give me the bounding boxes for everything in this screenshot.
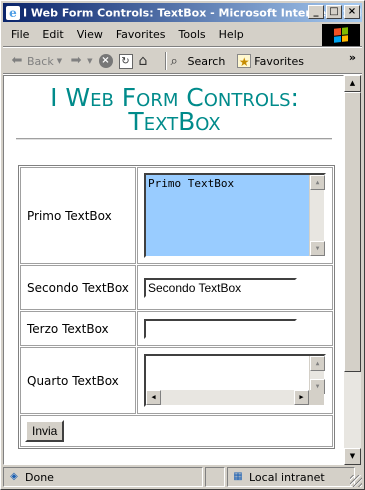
scroll-up-arrow-icon[interactable]: ▲ bbox=[310, 356, 325, 371]
home-icon: ⌂ bbox=[138, 53, 148, 69]
invia-submit-button[interactable]: Invia bbox=[25, 420, 65, 442]
primo-textarea[interactable]: Primo TextBox ▲ ▼ bbox=[144, 173, 326, 258]
quarto-textarea[interactable]: ▲ ▼ ◀ ▶ bbox=[144, 354, 326, 407]
primo-textarea-scrollbar[interactable]: ▲ ▼ bbox=[309, 175, 325, 256]
forward-button[interactable]: ➡ ▼ bbox=[68, 53, 93, 69]
field-cell bbox=[137, 311, 333, 346]
refresh-icon: ↻ bbox=[118, 53, 133, 69]
search-button[interactable]: ⌕ Search bbox=[171, 54, 226, 69]
back-arrow-icon: ⬅ bbox=[11, 53, 23, 68]
menu-bar: File Edit View Favorites Tools Help bbox=[3, 24, 362, 44]
scroll-down-arrow-icon[interactable]: ▼ bbox=[310, 241, 325, 256]
scroll-up-arrow-icon[interactable]: ▲ bbox=[310, 175, 325, 190]
toolbar: ⬅ Back ▼ ➡ ▼ × ↻ ⌂ ⌕ Search ★ Favorites … bbox=[3, 49, 362, 73]
menu-edit[interactable]: Edit bbox=[42, 28, 63, 41]
status-text-pane: ◈ Done bbox=[3, 467, 203, 487]
home-button[interactable]: ⌂ bbox=[139, 53, 155, 69]
menu-tools[interactable]: Tools bbox=[179, 28, 206, 41]
page-scroll-up-arrow-icon[interactable]: ▲ bbox=[344, 75, 361, 92]
back-dropdown-icon[interactable]: ▼ bbox=[57, 57, 62, 65]
scrollbar-corner bbox=[309, 390, 324, 405]
primo-textarea-value: Primo TextBox bbox=[148, 177, 235, 190]
menu-favorites[interactable]: Favorites bbox=[116, 28, 166, 41]
status-pane-empty-1 bbox=[205, 467, 225, 487]
resize-grip[interactable] bbox=[350, 475, 362, 487]
submit-cell: Invia bbox=[20, 415, 333, 447]
row-label-secondo: Secondo TextBox bbox=[20, 265, 136, 310]
window-controls: _ □ × bbox=[308, 5, 360, 19]
quarto-horizontal-scrollbar[interactable]: ◀ ▶ bbox=[146, 390, 309, 405]
menu-separator bbox=[3, 46, 362, 48]
minimize-button[interactable]: _ bbox=[308, 5, 324, 19]
toolbar-more-chevron-icon[interactable]: » bbox=[349, 51, 356, 64]
row-label-quarto: Quarto TextBox bbox=[20, 347, 136, 414]
scroll-left-arrow-icon[interactable]: ◀ bbox=[146, 390, 161, 405]
field-cell: ▲ ▼ ◀ ▶ bbox=[137, 347, 333, 414]
stop-button[interactable]: × bbox=[98, 54, 113, 68]
refresh-button[interactable]: ↻ bbox=[118, 53, 133, 69]
forward-arrow-icon: ➡ bbox=[70, 53, 82, 68]
search-label: Search bbox=[187, 54, 226, 68]
row-label-terzo: Terzo TextBox bbox=[20, 311, 136, 346]
page-vertical-scrollbar[interactable]: ▲ ▼ bbox=[344, 75, 361, 465]
quarto-vertical-scrollbar[interactable]: ▲ ▼ bbox=[309, 356, 325, 394]
toolbar-divider bbox=[164, 52, 167, 70]
status-bar: ◈ Done ▦ Local intranet bbox=[3, 467, 362, 487]
menu-help[interactable]: Help bbox=[219, 28, 244, 41]
page-heading: I Web Form Controls: TextBox bbox=[50, 83, 299, 136]
maximize-button[interactable]: □ bbox=[326, 5, 342, 19]
browser-window: eI Web Form Controls: TextBox - Microsof… bbox=[0, 0, 365, 490]
page-scroll-down-arrow-icon[interactable]: ▼ bbox=[344, 448, 361, 465]
page-viewport: I Web Form Controls: TextBox Primo TextB… bbox=[3, 75, 344, 465]
field-cell: Secondo TextBox bbox=[137, 265, 333, 310]
status-zone: Local intranet bbox=[249, 470, 325, 484]
scroll-right-arrow-icon[interactable]: ▶ bbox=[294, 390, 309, 405]
windows-flag-icon bbox=[334, 27, 348, 43]
forward-dropdown-icon[interactable]: ▼ bbox=[87, 57, 92, 65]
status-text: Done bbox=[25, 470, 54, 484]
secondo-text-input[interactable]: Secondo TextBox bbox=[144, 277, 297, 298]
favorites-label: Favorites bbox=[254, 54, 304, 68]
horizontal-rule bbox=[16, 138, 332, 140]
favorites-star-icon: ★ bbox=[237, 54, 252, 69]
back-button[interactable]: ⬅ Back ▼ bbox=[9, 53, 63, 69]
field-cell: Primo TextBox ▲ ▼ bbox=[137, 167, 333, 264]
favorites-button[interactable]: ★ Favorites bbox=[237, 54, 304, 69]
menu-view[interactable]: View bbox=[77, 28, 103, 41]
back-label: Back bbox=[27, 54, 54, 68]
ie-icon: e bbox=[6, 6, 20, 20]
windows-logo-throbber bbox=[322, 24, 360, 46]
menu-file[interactable]: File bbox=[11, 28, 29, 41]
stop-icon: × bbox=[98, 54, 113, 68]
status-zone-pane: ▦ Local intranet bbox=[227, 467, 355, 487]
page-scroll-thumb[interactable] bbox=[344, 92, 361, 372]
title-bar[interactable]: eI Web Form Controls: TextBox - Microsof… bbox=[3, 3, 362, 22]
search-icon: ⌕ bbox=[170, 53, 178, 69]
close-button[interactable]: × bbox=[344, 5, 360, 19]
terzo-text-input[interactable] bbox=[144, 318, 297, 339]
page-done-icon: ◈ bbox=[10, 471, 18, 482]
intranet-zone-icon: ▦ bbox=[233, 471, 243, 482]
form-table: Primo TextBox Primo TextBox ▲ ▼ Secondo … bbox=[18, 165, 335, 449]
row-label-primo: Primo TextBox bbox=[20, 167, 136, 264]
